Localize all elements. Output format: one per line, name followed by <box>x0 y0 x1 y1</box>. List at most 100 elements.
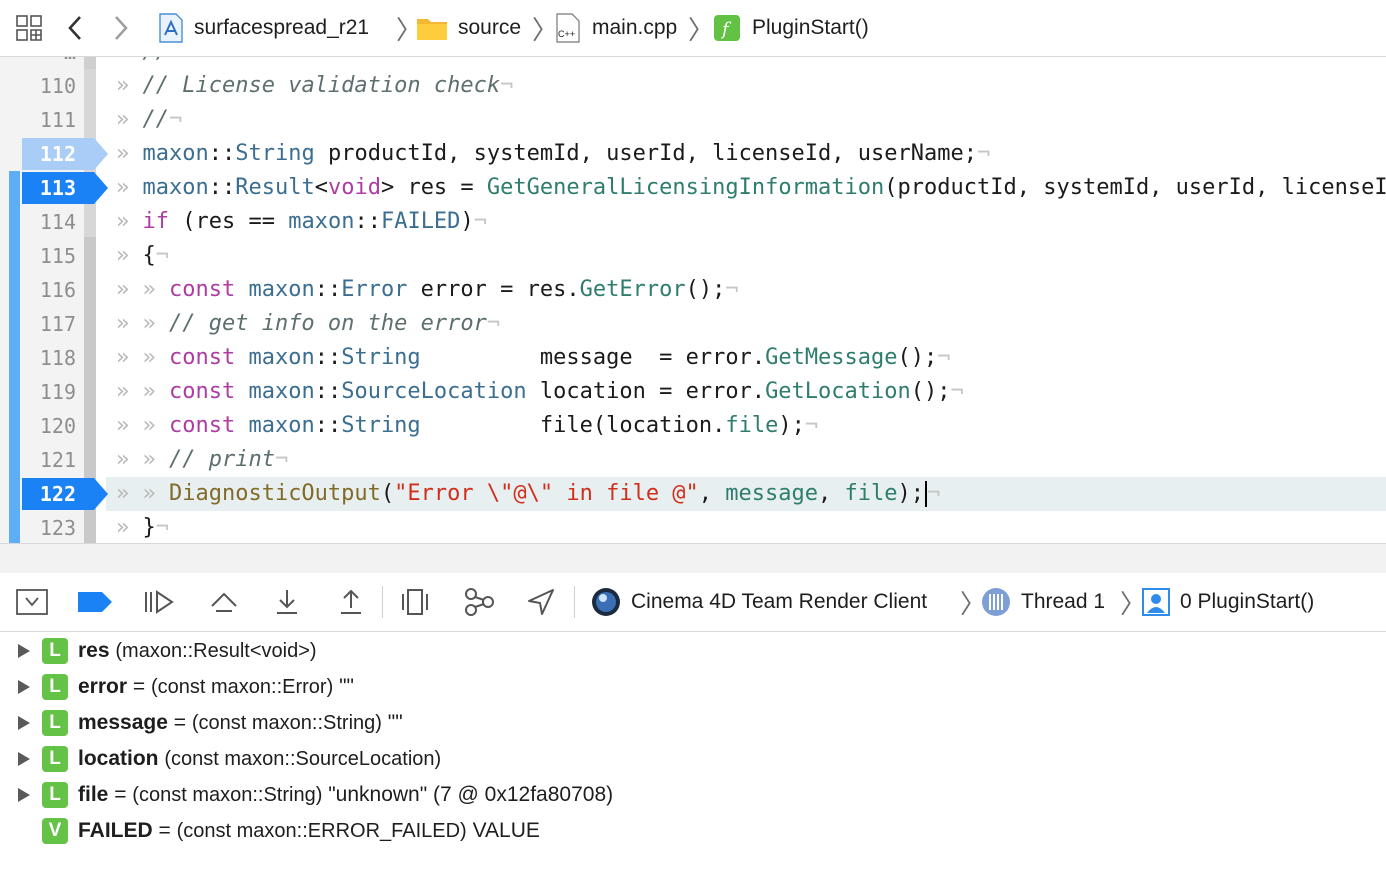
step-over-icon[interactable] <box>207 584 241 620</box>
breadcrumb-file-label: main.cpp <box>592 16 678 39</box>
jump-bar: surfacespread_r21 〉 source 〉 C++ main.cp… <box>0 0 1386 57</box>
variable-type: (const maxon::String) <box>191 712 382 734</box>
simulate-location-icon[interactable] <box>524 584 558 620</box>
cinema4d-app-icon <box>591 587 621 617</box>
process-name: Cinema 4D Team Render Client <box>631 590 928 613</box>
code-line[interactable]: » {¬ <box>116 239 169 273</box>
variable-row[interactable]: L error = (const maxon::Error) "" <box>0 669 1386 705</box>
code-line[interactable]: » }¬ <box>116 511 169 543</box>
variable-equals: = <box>114 783 127 806</box>
cpp-file-icon: C++ <box>556 13 580 43</box>
line-number: 121 <box>39 448 76 472</box>
stack-frame-selector[interactable]: 0 PluginStart() <box>1142 573 1314 631</box>
variable-name: file <box>78 783 109 806</box>
variable-row[interactable]: L location (const maxon::SourceLocation) <box>0 741 1386 777</box>
code-line[interactable]: » maxon::String productId, systemId, use… <box>116 137 990 171</box>
variable-equals: = <box>158 819 171 842</box>
user-frame-icon <box>1142 588 1170 616</box>
breadcrumb-folder-label: source <box>458 16 522 39</box>
related-items-icon[interactable] <box>14 0 44 56</box>
forward-arrow-icon[interactable] <box>110 0 132 56</box>
variable-equals: = <box>173 711 187 734</box>
line-number: 116 <box>39 278 76 302</box>
hide-debug-area-icon[interactable] <box>15 584 49 620</box>
line-number: 113 <box>39 176 76 200</box>
line-number: 120 <box>39 414 76 438</box>
disclosure-triangle-icon[interactable] <box>18 716 30 730</box>
panel-divider[interactable] <box>0 543 1386 574</box>
disclosure-triangle-icon[interactable] <box>18 752 30 766</box>
disclosure-triangle-icon[interactable] <box>18 644 30 658</box>
code-line[interactable]: » maxon::Result<void> res = GetGeneralLi… <box>116 171 1386 205</box>
variable-row[interactable]: L res (maxon::Result<void>) <box>0 633 1386 669</box>
line-number: 123 <box>39 516 76 540</box>
variables-view: L res (maxon::Result<void>) L error = (c… <box>0 632 1386 874</box>
breadcrumb-project[interactable]: surfacespread_r21 <box>158 0 369 56</box>
toolbar-separator <box>382 586 383 618</box>
chevron-right-icon: 〉 <box>532 14 559 45</box>
breadcrumb-function[interactable]: f PluginStart() <box>714 0 869 56</box>
thread-name: Thread 1 <box>1021 590 1106 613</box>
variable-value: "" <box>339 675 355 698</box>
local-variable-badge: L <box>42 674 68 700</box>
variable-value: VALUE <box>472 819 540 842</box>
code-line[interactable]: » » const maxon::String message = error.… <box>116 341 951 375</box>
code-editor[interactable]: … 110 111 112 113 114 115 116 117 118 11… <box>0 57 1386 543</box>
view-hierarchy-icon[interactable] <box>398 584 432 620</box>
code-line[interactable]: » // License validation check¬ <box>116 69 513 103</box>
variable-row[interactable]: V FAILED = (const maxon::ERROR_FAILED) V… <box>0 813 1386 849</box>
code-line[interactable]: » » // get info on the error¬ <box>116 307 500 341</box>
code-fold-ribbon[interactable] <box>84 57 96 69</box>
variable-name: message <box>78 711 168 734</box>
line-number: … <box>26 57 76 69</box>
line-number: 110 <box>39 74 76 98</box>
local-variable-badge: L <box>42 638 68 664</box>
line-number: 122 <box>39 482 76 506</box>
code-line[interactable]: » » const maxon::Error error = res.GetEr… <box>116 273 739 307</box>
variable-type: (const maxon::SourceLocation) <box>164 748 442 770</box>
code-line[interactable]: » // <box>116 57 169 69</box>
variable-type: (const maxon::String) <box>132 784 323 806</box>
code-line[interactable]: » //¬ <box>116 103 182 137</box>
variable-name: location <box>78 747 159 770</box>
local-variable-badge: L <box>42 710 68 736</box>
variable-row[interactable]: L message = (const maxon::String) "" <box>0 705 1386 741</box>
code-line[interactable]: » » const maxon::SourceLocation location… <box>116 375 964 409</box>
memory-graph-icon[interactable] <box>462 584 496 620</box>
debug-bar: Cinema 4D Team Render Client 〉 Thread 1 … <box>0 573 1386 632</box>
function-icon: f <box>714 15 740 41</box>
step-out-icon[interactable] <box>334 584 368 620</box>
code-line[interactable]: » » // print¬ <box>116 443 288 477</box>
variable-name: error <box>78 675 128 698</box>
code-line-current[interactable]: » » DiagnosticOutput("Error \"@\" in fil… <box>116 477 940 511</box>
variable-row[interactable]: L file = (const maxon::String) "unknown"… <box>0 777 1386 813</box>
folder-icon <box>416 15 448 41</box>
breadcrumb-file[interactable]: C++ main.cpp <box>556 0 677 56</box>
disclosure-triangle-icon[interactable] <box>18 788 30 802</box>
variable-type: (const maxon::ERROR_FAILED) <box>176 820 467 842</box>
toolbar-separator <box>574 586 575 618</box>
line-number: 112 <box>39 142 76 166</box>
variable-value: "unknown" (7 @ 0x12fa80708) <box>328 783 614 806</box>
line-number: 117 <box>39 312 76 336</box>
process-selector[interactable]: Cinema 4D Team Render Client <box>591 573 927 631</box>
breadcrumb-project-label: surfacespread_r21 <box>194 16 370 39</box>
line-number: 111 <box>39 108 76 132</box>
breakpoints-toggle-icon[interactable] <box>78 584 112 620</box>
thread-selector[interactable]: Thread 1 <box>981 573 1105 631</box>
global-variable-badge: V <box>42 818 68 844</box>
variable-name: FAILED <box>78 819 153 842</box>
variable-type: (const maxon::Error) <box>150 676 334 698</box>
continue-icon[interactable] <box>142 584 176 620</box>
chevron-right-icon: 〉 <box>688 14 715 45</box>
code-line[interactable]: » if (res == maxon::FAILED)¬ <box>116 205 487 239</box>
back-arrow-icon[interactable] <box>64 0 86 56</box>
variable-type: (maxon::Result<void>) <box>115 640 317 662</box>
local-variable-badge: L <box>42 746 68 772</box>
line-number: 118 <box>39 346 76 370</box>
step-into-icon[interactable] <box>270 584 304 620</box>
disclosure-triangle-icon[interactable] <box>18 680 30 694</box>
code-line[interactable]: » » const maxon::String file(location.fi… <box>116 409 818 443</box>
project-icon <box>158 13 184 43</box>
breadcrumb-folder[interactable]: source <box>416 0 521 56</box>
